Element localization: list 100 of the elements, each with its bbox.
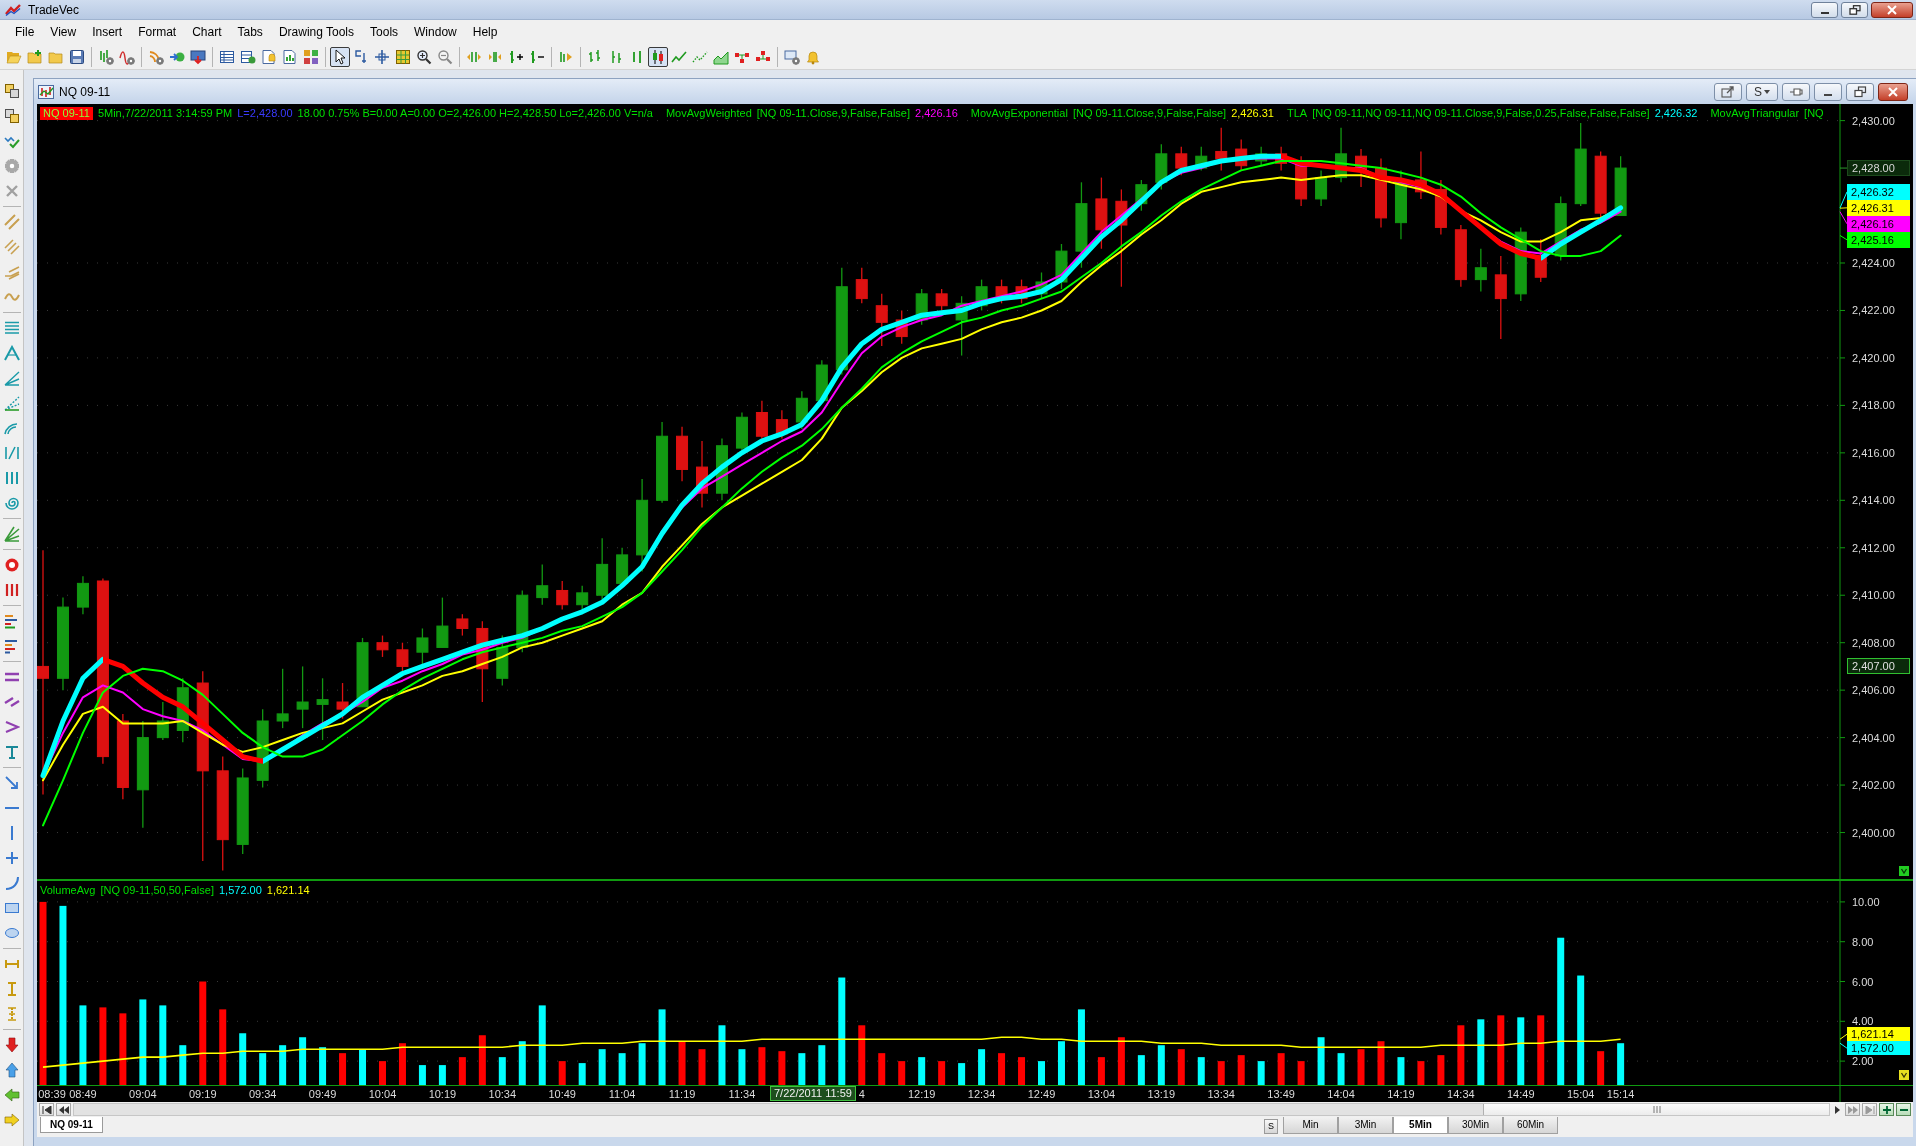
minimize-icon [1824,93,1832,96]
volume-tag: 1,621.14 [1847,1027,1910,1042]
time-label: 09:19 [189,1088,217,1100]
candlestick [356,637,369,708]
style-button[interactable]: S [1746,82,1778,101]
fast-forward-icon [1847,1105,1858,1114]
cursor-icon[interactable] [330,46,350,67]
volume-bar [1197,1057,1205,1085]
menu-item[interactable]: Tools [362,25,407,39]
scroll-forward-button[interactable] [1845,1103,1860,1116]
volume-bar [259,1053,267,1085]
close-button[interactable] [1871,1,1913,18]
horizontal-line-icon[interactable] [4,807,19,809]
menu-item[interactable]: File [7,25,43,39]
indicator-name: VolumeAvg [40,884,96,897]
restore-button[interactable] [1846,82,1874,101]
menu-item[interactable]: Tabs [229,25,271,39]
volume-bar [319,1047,327,1085]
volume-bar [1257,1061,1265,1085]
menu-item[interactable]: Help [464,25,506,39]
volume-bar [1437,1055,1445,1085]
time-label: 09:49 [308,1088,337,1100]
candlestick [1554,195,1567,262]
restore-button[interactable] [1841,1,1868,18]
jump-end-button[interactable] [1862,1103,1877,1116]
menu-item[interactable]: View [42,25,85,39]
volume-bar [1217,1061,1225,1085]
volume-bar [119,1013,127,1085]
export-button[interactable] [1714,82,1742,101]
indicator-params: [NQ 09-11.Close,9,False,False] [756,107,910,120]
indicator-value: 2,426.16 [915,107,958,120]
time-label: 10:04 [368,1088,397,1100]
candlestick [895,309,908,345]
candlestick [76,575,89,615]
candlestick [1275,146,1288,172]
scrollbar[interactable] [73,1103,1830,1116]
caret-right-icon[interactable] [1835,1105,1840,1114]
close-button[interactable] [1878,82,1908,101]
axis-label: 2,420.00 [1852,351,1895,364]
menu-item[interactable]: Window [406,25,465,39]
vertical-line-icon[interactable] [10,826,13,840]
menu-item[interactable]: Format [130,25,185,39]
fan-icon[interactable] [1,524,22,544]
zoom-in-button[interactable] [1879,1103,1894,1116]
interval-tab[interactable]: 3Min [1338,1117,1393,1134]
minimize-button[interactable] [1811,1,1838,18]
volume-bar [1457,1025,1465,1085]
time-label: 14:49 [1507,1088,1535,1100]
time-label: 13:19 [1147,1088,1176,1100]
candlestick [1315,169,1328,207]
minus-icon [1899,1108,1908,1111]
volume-bar [918,1057,926,1085]
candlestick [676,426,689,482]
candlestick [1454,224,1467,288]
time-label: 12:19 [907,1088,936,1100]
minimize-button[interactable] [1814,82,1842,101]
volume-bar [1357,1049,1365,1085]
candlestick [556,580,569,611]
axis-label: 4.00 [1852,1015,1874,1028]
volume-bar [1477,1019,1485,1085]
volume-bar [279,1045,287,1085]
candlestick [935,288,948,312]
candlestick-icon[interactable] [648,46,668,67]
chevron-down-icon[interactable] [1899,866,1909,876]
rewind-icon [58,1105,69,1114]
candlestick [1235,138,1248,172]
time-label: 14:34 [1447,1088,1475,1100]
volume-bar [618,1053,626,1085]
symbol-tab[interactable]: NQ 09-11 [40,1117,103,1133]
leader-line [1839,234,1848,241]
volume-bar [398,1043,406,1085]
volume-bar [778,1051,786,1085]
indicator-name: TLA [1286,107,1308,120]
interval-tab[interactable]: 30Min [1448,1117,1503,1134]
candlestick [1035,271,1048,300]
time-label: 11:04 [608,1088,636,1100]
scroll-back-button[interactable] [56,1103,71,1116]
chevron-down-icon[interactable] [1899,1070,1909,1080]
jump-start-button[interactable] [39,1103,54,1116]
mode-button[interactable]: S [1264,1119,1278,1134]
triangle-icon[interactable] [1,343,22,363]
volume-bar [1537,1015,1545,1085]
time-label: 15:14 [1606,1088,1635,1100]
candlestick [1394,169,1407,240]
pin-button[interactable] [1782,82,1810,101]
arrow-right-icon[interactable] [1,1110,22,1130]
zoom-out-button[interactable] [1896,1103,1911,1116]
indicator-value: 2,426.32 [1654,107,1698,120]
interval-tab[interactable]: Min [1283,1117,1338,1134]
scrollbar-thumb[interactable] [1483,1104,1829,1115]
interval-tab[interactable]: 60Min [1503,1117,1558,1134]
menu-item[interactable]: Drawing Tools [270,25,363,39]
axis-label: 2,410.00 [1852,589,1895,602]
candlestick [616,547,629,587]
candlestick [1474,248,1487,293]
menu-item[interactable]: Insert [84,25,131,39]
interval-tab[interactable]: 5Min [1393,1117,1448,1134]
menu-item[interactable]: Chart [184,25,230,39]
candlestick [1155,143,1168,191]
chart-window-title: NQ 09-11 [59,84,111,99]
